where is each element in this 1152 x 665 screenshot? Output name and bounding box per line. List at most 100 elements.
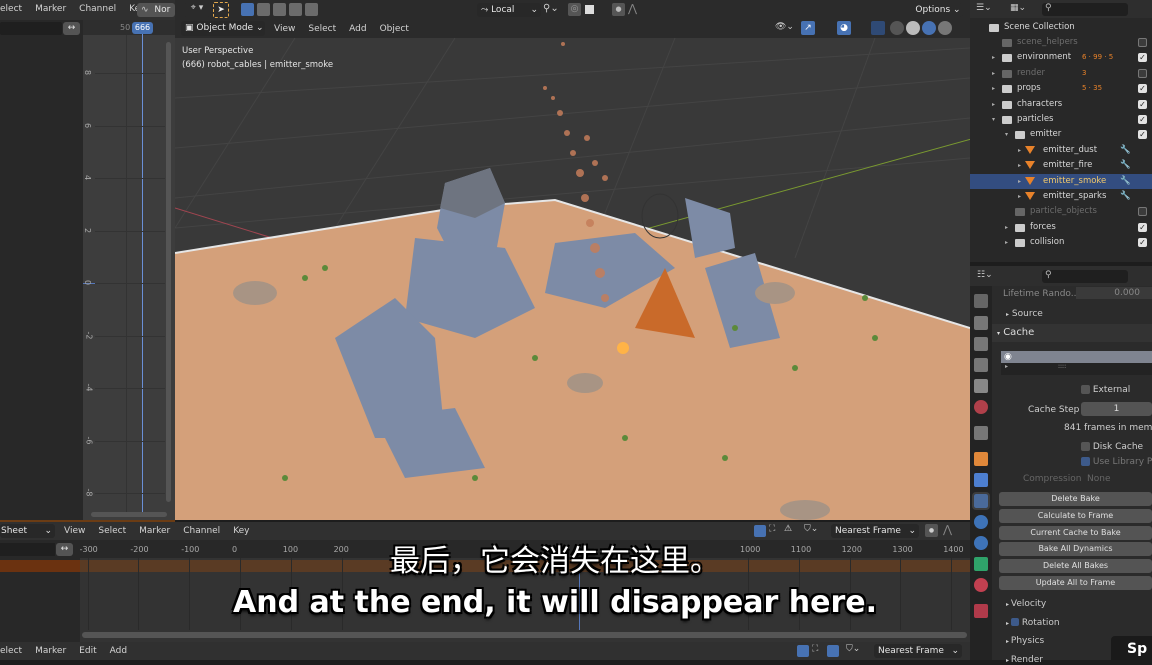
viewport-3d[interactable]: User Perspective (666) robot_cables | em… bbox=[175, 38, 970, 520]
select-extend-icon[interactable] bbox=[256, 3, 270, 16]
outliner-search-input[interactable]: ⚲ bbox=[1042, 3, 1128, 16]
solid-shading-button[interactable] bbox=[906, 21, 920, 35]
overlay-toggle[interactable]: ◕ bbox=[837, 21, 851, 35]
exclude-checkbox[interactable]: ✓ bbox=[1138, 130, 1147, 140]
rendered-shading-button[interactable] bbox=[938, 21, 952, 35]
outliner-item-environment[interactable]: ▸ environment 6 · 99 · 5 ✓ bbox=[970, 50, 1152, 65]
outliner-item-emitter-sparks[interactable]: ▸ emitter_sparks 🔧 bbox=[970, 189, 1152, 204]
snap-target-dropdown[interactable] bbox=[585, 5, 594, 14]
wireframe-shading-button[interactable] bbox=[890, 21, 904, 35]
dopesheet-search-input[interactable] bbox=[0, 543, 55, 556]
texture-tab-icon[interactable] bbox=[974, 604, 988, 618]
outliner-item-emitter-smoke[interactable]: ▸ emitter_smoke 🔧 bbox=[970, 173, 1152, 189]
exclude-checkbox[interactable]: ✓ bbox=[1138, 207, 1147, 217]
outliner-item-emitter-dust[interactable]: ▸ emitter_dust 🔧 bbox=[970, 143, 1152, 158]
outliner-item-collision[interactable]: ▸ collision ✓ bbox=[970, 235, 1152, 250]
timeline-filter-icon[interactable]: ⛉⌄ bbox=[846, 644, 860, 654]
render-tab-icon[interactable] bbox=[974, 316, 988, 330]
expand-toggle[interactable]: ▾ bbox=[992, 112, 995, 127]
timeline-menu-edit[interactable]: Edit bbox=[79, 646, 96, 656]
world-tab-icon[interactable] bbox=[974, 400, 988, 414]
expand-toggle[interactable]: ▸ bbox=[992, 50, 995, 65]
xray-toggle[interactable] bbox=[871, 21, 885, 35]
dopesheet-menu-view[interactable]: View bbox=[64, 526, 85, 536]
physics-panel-header[interactable]: ▸ Physics bbox=[1006, 636, 1044, 646]
outliner-item-emitter-fire[interactable]: ▸ emitter_fire 🔧 bbox=[970, 158, 1152, 173]
viewport-menu-select[interactable]: Select bbox=[308, 24, 336, 34]
current-cache-to-bake-button[interactable]: Current Cache to Bake bbox=[999, 525, 1152, 540]
viewport-menu-view[interactable]: View bbox=[274, 24, 295, 34]
proportional-edit-toggle[interactable]: ● bbox=[612, 3, 625, 16]
graph-menu-select[interactable]: elect bbox=[0, 4, 22, 14]
rotation-panel-header[interactable]: ▸ Rotation bbox=[1006, 618, 1060, 628]
exclude-checkbox[interactable]: ✓ bbox=[1138, 238, 1147, 248]
exclude-checkbox[interactable]: ✓ bbox=[1138, 53, 1147, 63]
timeline-keyframe-icon[interactable] bbox=[827, 645, 839, 657]
constraints-tab-icon[interactable] bbox=[974, 536, 988, 550]
cache-step-field[interactable]: 1 bbox=[1081, 402, 1152, 416]
editor-type-button[interactable]: ⌖ ▾ bbox=[183, 3, 211, 17]
selection-mode-group[interactable] bbox=[241, 3, 325, 17]
select-invert-icon[interactable] bbox=[288, 3, 302, 16]
current-frame-indicator[interactable]: 666 bbox=[132, 22, 153, 34]
viewport-menu-add[interactable]: Add bbox=[349, 24, 366, 34]
horizontal-scrollbar[interactable] bbox=[91, 512, 167, 517]
view-layer-tab-icon[interactable] bbox=[974, 358, 988, 372]
graph-area[interactable]: 50 666 8 6 4 2 0 -2 -4 -6 -8 bbox=[83, 20, 175, 520]
lifetime-random-field[interactable]: 0.000 bbox=[1076, 287, 1152, 299]
transform-orientation-dropdown[interactable]: ⤳ Local ⌄ bbox=[477, 3, 541, 17]
graph-menu-channel[interactable]: Channel bbox=[79, 4, 116, 14]
compression-value[interactable]: None bbox=[1087, 474, 1110, 484]
data-tab-icon[interactable] bbox=[974, 557, 988, 571]
gizmo-toggle[interactable]: ↗ bbox=[801, 21, 815, 35]
properties-editor-type[interactable]: ☷⌄ bbox=[977, 270, 993, 280]
exclude-checkbox[interactable]: ✓ bbox=[1138, 222, 1147, 232]
falloff-curve-icon[interactable]: ⋀ bbox=[943, 523, 952, 536]
source-panel-header[interactable]: ▸ Source bbox=[1006, 309, 1043, 319]
outliner-item-emitter[interactable]: ▾ emitter ✓ bbox=[970, 127, 1152, 142]
exclude-checkbox[interactable]: ✓ bbox=[1138, 115, 1147, 124]
vertical-scrollbar[interactable] bbox=[166, 42, 171, 502]
rotation-checkbox[interactable] bbox=[1010, 618, 1019, 626]
scene-tab-icon[interactable] bbox=[974, 379, 988, 393]
velocity-panel-header[interactable]: ▸ Velocity bbox=[1006, 599, 1046, 609]
properties-search-input[interactable]: ⚲ bbox=[1042, 270, 1128, 283]
delete-all-bakes-button[interactable]: Delete All Bakes bbox=[999, 559, 1152, 574]
display-mode-dropdown[interactable]: ☰⌄ bbox=[976, 3, 992, 13]
outliner-item-render[interactable]: ▸ render 3 ✓ bbox=[970, 66, 1152, 81]
outliner-item-forces[interactable]: ▸ forces ✓ bbox=[970, 220, 1152, 235]
dopesheet-sync-button[interactable]: ↔ bbox=[56, 543, 73, 556]
expand-toggle[interactable]: ▸ bbox=[1005, 220, 1008, 235]
filter-dropdown[interactable]: ▦⌄ bbox=[1010, 3, 1026, 13]
graph-menu-marker[interactable]: Marker bbox=[35, 4, 66, 14]
exclude-checkbox[interactable]: ✓ bbox=[1138, 38, 1147, 47]
calculate-to-frame-button[interactable]: Calculate to Frame bbox=[999, 508, 1152, 523]
expand-toggle[interactable]: ▸ bbox=[992, 66, 995, 81]
outliner-item-props[interactable]: ▸ props 5 · 35 ✓ bbox=[970, 81, 1152, 96]
timeline-interpolation-dropdown[interactable]: Nearest Frame ⌄ bbox=[874, 644, 962, 658]
viewport-menu-object[interactable]: Object bbox=[380, 24, 409, 34]
update-all-to-frame-button[interactable]: Update All to Frame bbox=[999, 576, 1152, 590]
outliner-item-characters[interactable]: ▸ characters ✓ bbox=[970, 97, 1152, 112]
physics-tab-icon[interactable] bbox=[974, 515, 988, 529]
timeline-menu-select[interactable]: elect bbox=[0, 646, 22, 656]
tool-tab-icon[interactable] bbox=[974, 294, 988, 308]
bake-all-dynamics-button[interactable]: Bake All Dynamics bbox=[999, 542, 1152, 557]
channel-search-input[interactable] bbox=[0, 22, 62, 35]
falloff-icon[interactable]: ⋀ bbox=[628, 2, 637, 15]
dopesheet-menu-marker[interactable]: Marker bbox=[139, 526, 170, 536]
timeline-box-icon[interactable]: ⛶ bbox=[812, 644, 818, 654]
dopesheet-mode-dropdown[interactable]: Sheet ⌄ bbox=[0, 524, 55, 538]
select-new-icon[interactable] bbox=[241, 3, 254, 16]
exclude-checkbox[interactable]: ✓ bbox=[1138, 99, 1147, 109]
dopesheet-menu-select[interactable]: Select bbox=[98, 526, 126, 536]
outliner-item-particle-objects[interactable]: particle_objects ✓ bbox=[970, 204, 1152, 219]
outliner-item-particles[interactable]: ▾ particles ✓ bbox=[970, 112, 1152, 127]
select-tool-button[interactable]: ➤ bbox=[213, 2, 229, 18]
expand-toggle[interactable]: ▸ bbox=[1018, 158, 1021, 173]
expand-toggle[interactable]: ▸ bbox=[992, 97, 995, 112]
expand-toggle[interactable]: ▸ bbox=[1018, 189, 1021, 204]
timeline-menu-add[interactable]: Add bbox=[110, 646, 127, 656]
pivot-dropdown[interactable]: ⚲⌄ bbox=[543, 3, 559, 14]
delete-bake-button[interactable]: Delete Bake bbox=[999, 492, 1152, 506]
